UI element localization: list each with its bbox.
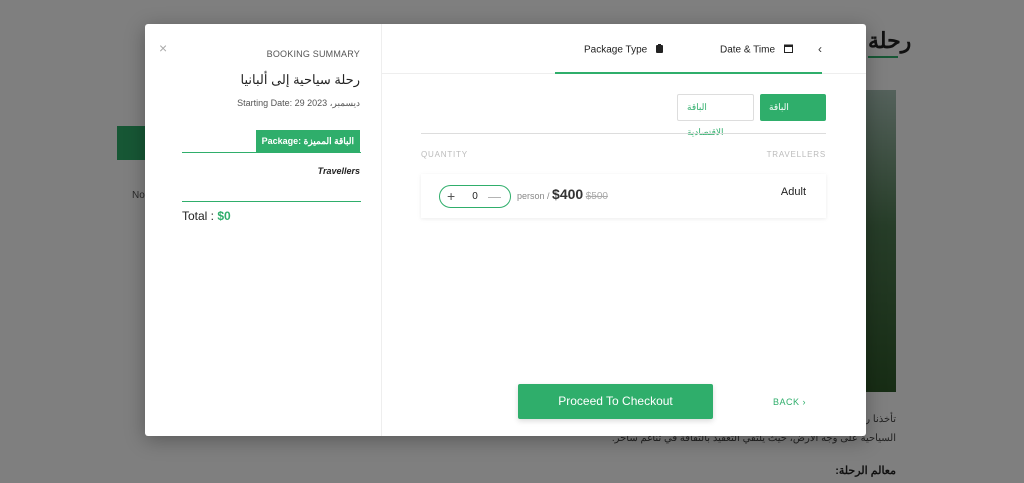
total-amount: $0 bbox=[217, 209, 231, 223]
traveller-row: + 0 — person / $400 $500 Adult bbox=[421, 174, 826, 218]
premium-package-button[interactable]: الباقة المميزة bbox=[760, 94, 826, 139]
trip-title: رحلة سياحية إلى ألبانيا bbox=[240, 72, 361, 87]
quantity-column-label: QUANTITY bbox=[421, 150, 468, 159]
package-divider bbox=[182, 152, 361, 153]
total-label: Total : bbox=[182, 209, 218, 223]
total: Total : $0 bbox=[182, 209, 231, 223]
price-per-label: person / bbox=[517, 191, 553, 201]
section-divider bbox=[421, 133, 826, 134]
booking-summary-label: BOOKING SUMMARY bbox=[266, 49, 360, 59]
original-price: $500 bbox=[585, 191, 608, 202]
package-badge: Package: الباقة المميزة bbox=[255, 130, 360, 152]
tab-date-time-label: Date & Time bbox=[720, 44, 776, 56]
economy-package-button[interactable]: الباقة الاقتصادية bbox=[677, 94, 754, 137]
booking-tabs: Package Type Date & Time ‹ bbox=[382, 24, 866, 74]
traveller-type: Adult bbox=[780, 186, 806, 198]
total-divider bbox=[182, 201, 361, 202]
chevron-left-icon[interactable]: ‹ bbox=[818, 42, 822, 56]
booking-summary-panel: × BOOKING SUMMARY رحلة سياحية إلى ألباني… bbox=[145, 24, 382, 436]
proceed-to-checkout-button[interactable]: Proceed To Checkout bbox=[518, 384, 713, 419]
back-button[interactable]: BACK › bbox=[773, 397, 806, 407]
tab-active-indicator bbox=[555, 72, 822, 74]
booking-modal: × BOOKING SUMMARY رحلة سياحية إلى ألباني… bbox=[145, 24, 866, 436]
clipboard-icon bbox=[655, 44, 663, 56]
decrement-button[interactable]: — bbox=[488, 189, 501, 204]
price: person / $400 $500 bbox=[517, 186, 608, 202]
current-price: $400 bbox=[552, 186, 584, 202]
tab-date-time[interactable]: Date & Time bbox=[720, 44, 793, 56]
travellers-column-label: TRAVELLERS bbox=[766, 150, 826, 159]
travellers-label: Travellers bbox=[317, 166, 360, 176]
tab-package-type-label: Package Type bbox=[584, 44, 648, 56]
quantity-stepper: + 0 — bbox=[439, 185, 511, 208]
calendar-icon bbox=[783, 44, 793, 56]
tab-package-type[interactable]: Package Type bbox=[584, 44, 663, 56]
close-icon[interactable]: × bbox=[159, 41, 171, 55]
starting-date: Starting Date: 29 ديسمبر، 2023 bbox=[237, 98, 360, 108]
